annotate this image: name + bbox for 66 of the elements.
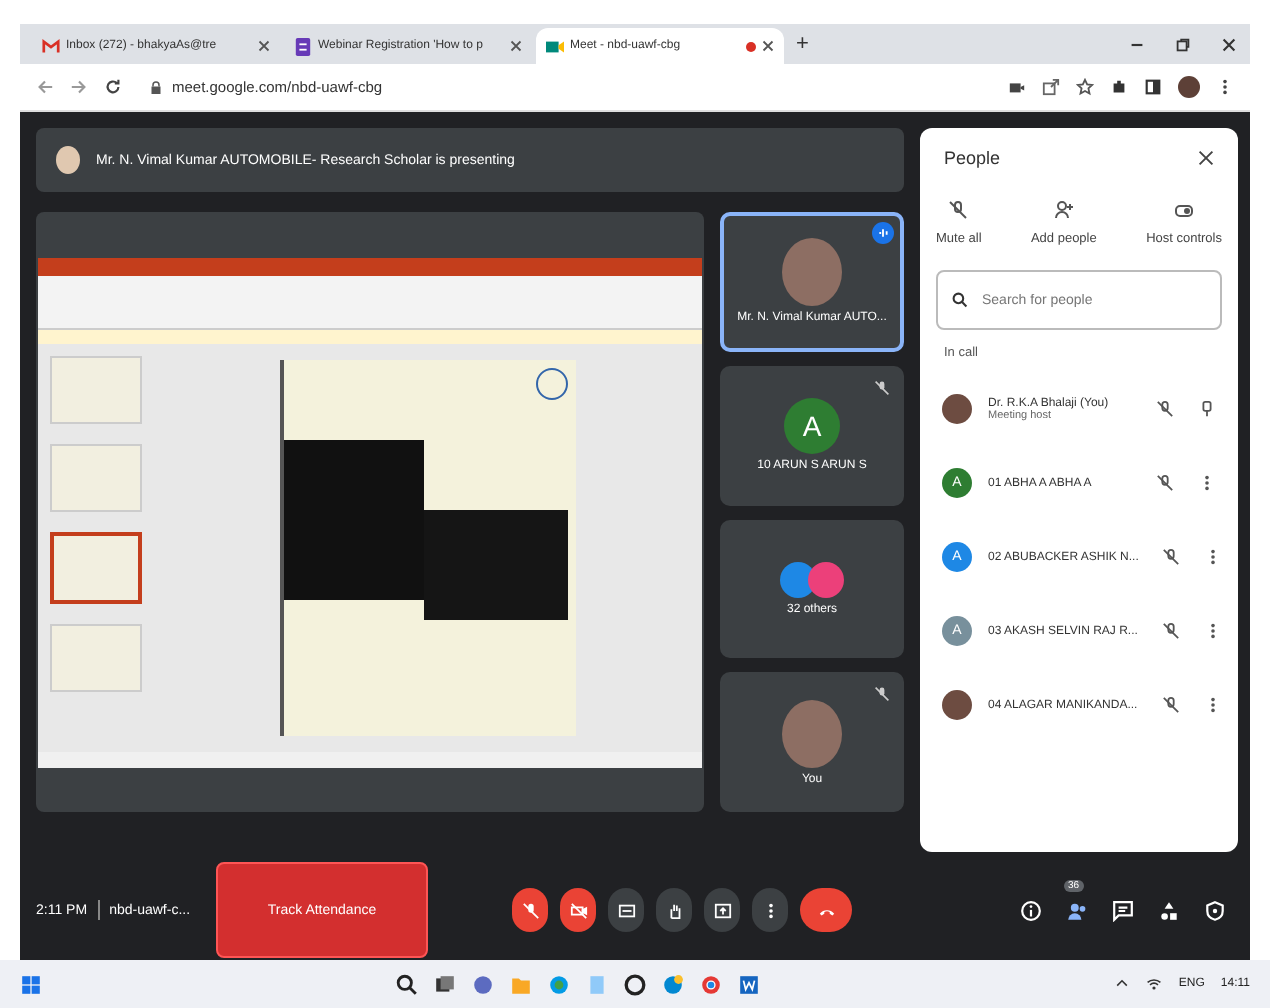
group-avatars [780,561,844,598]
document-app-icon[interactable] [738,973,761,995]
call-control-button[interactable] [704,888,740,932]
chat-icon[interactable] [1112,899,1134,921]
muted-mic-icon[interactable] [1161,696,1180,714]
search-icon[interactable] [396,973,419,995]
muted-mic-icon[interactable] [1156,400,1174,418]
shapes-icon[interactable] [1158,899,1180,921]
restore-icon[interactable] [1174,35,1192,53]
chevron-up-icon[interactable] [1114,976,1131,992]
muted-mic-icon[interactable] [1161,622,1180,640]
star-icon[interactable] [1076,78,1094,96]
puzzle-icon[interactable] [1110,78,1128,96]
shield-icon[interactable] [1204,899,1226,921]
close-icon[interactable] [1220,35,1238,53]
back-arrow-icon[interactable] [36,78,54,96]
call-control-button[interactable] [608,888,644,932]
sidebar-icon[interactable] [1144,78,1162,96]
toggle-icon [1174,200,1195,220]
task-view-icon[interactable] [434,973,457,995]
muted-mic-icon[interactable] [1156,474,1174,492]
present-screen-icon [713,901,731,919]
new-tab-button[interactable]: + [788,32,817,56]
call-control-button[interactable] [512,888,548,932]
video-camera-icon [546,37,564,55]
close-icon[interactable] [510,40,522,52]
participant-avatar [782,699,842,768]
close-icon[interactable] [762,40,774,52]
reload-icon[interactable] [104,78,122,96]
captions-icon [617,901,635,919]
forward-arrow-icon[interactable] [70,78,88,96]
wifi-icon[interactable] [1146,976,1163,992]
call-control-button[interactable] [560,888,596,932]
close-icon[interactable] [1198,150,1214,166]
participant-avatar [782,238,842,307]
search-icon [952,292,968,308]
pin-icon[interactable] [1198,400,1216,418]
call-control-button[interactable] [656,888,692,932]
windows-start-icon[interactable] [20,973,42,995]
info-icon[interactable] [1020,899,1042,921]
participant-avatar [942,394,972,424]
muted-mic-icon [948,200,969,220]
speaking-indicator-icon [872,222,894,244]
camera-icon[interactable] [1008,78,1026,96]
muted-mic-icon [521,901,539,919]
camera-off-icon [569,901,587,919]
circle-app-icon[interactable] [624,973,647,995]
lock-icon [150,79,162,95]
profile-avatar[interactable] [1178,76,1200,98]
globe-icon[interactable] [662,973,685,995]
chrome-icon[interactable] [700,973,723,995]
hand-icon [665,901,683,919]
browser-icon[interactable] [548,973,571,995]
close-icon[interactable] [258,40,270,52]
add-person-icon [1053,200,1074,220]
mail-icon [42,37,60,55]
recording-dot-icon [746,41,756,51]
presenter-avatar [56,146,80,174]
participant-avatar [942,690,972,720]
share-icon[interactable] [1042,78,1060,96]
form-icon [294,37,312,55]
muted-mic-icon[interactable] [1162,548,1181,566]
panel-title: People [944,148,1001,168]
chat-app-icon[interactable] [472,973,495,995]
letter-avatar: A [784,398,840,455]
people-icon[interactable] [1066,899,1088,921]
